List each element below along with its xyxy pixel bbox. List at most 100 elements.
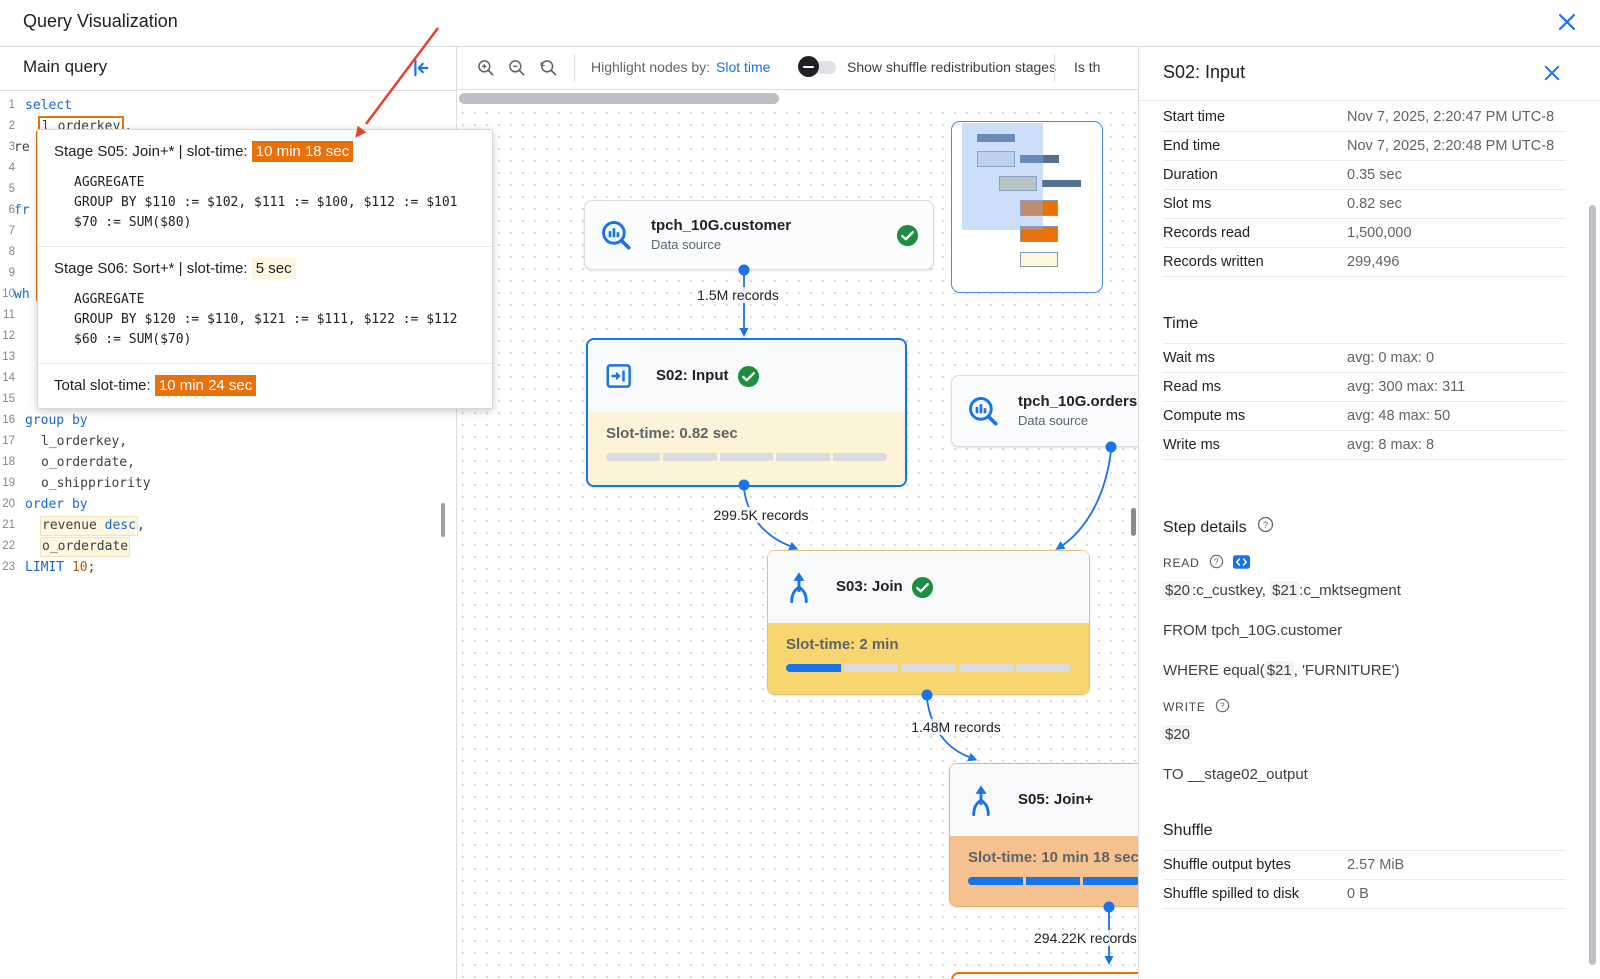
time-row: Compute msavg: 48 max: 50 bbox=[1163, 402, 1566, 431]
node-s03-join[interactable]: S03: Join Slot-time: 2 min bbox=[767, 550, 1090, 695]
to-line: TO __stage02_output bbox=[1163, 764, 1566, 786]
toolbar-divider bbox=[1054, 54, 1055, 82]
edge-label: 1.5M records bbox=[694, 287, 782, 303]
token: desc bbox=[105, 518, 136, 533]
minimap-node bbox=[1042, 180, 1081, 187]
highlight-nodes-value[interactable]: Slot time bbox=[716, 59, 770, 75]
line-number: 21 bbox=[0, 515, 15, 536]
slot-time-label: Slot-time: 10 min 18 sec bbox=[968, 849, 1139, 866]
token: o_orderdate bbox=[42, 539, 128, 554]
progress-segment bbox=[1083, 877, 1138, 885]
progress-segment bbox=[1016, 664, 1071, 672]
line-number: 15 bbox=[0, 389, 15, 410]
line-number: 5 bbox=[0, 179, 15, 200]
zoom-reset-icon[interactable] bbox=[538, 58, 558, 78]
line-number: 6 bbox=[0, 200, 15, 221]
node-title: S02: Input bbox=[656, 366, 729, 386]
shuffle-row-label: Shuffle output bytes bbox=[1163, 855, 1347, 875]
help-icon[interactable]: ? bbox=[1209, 554, 1224, 572]
node-tpch-customer[interactable]: tpch_10G.customer Data source bbox=[584, 200, 934, 270]
code-icon[interactable] bbox=[1233, 555, 1250, 572]
stat-row-label: Slot ms bbox=[1163, 194, 1347, 214]
node-next-stage[interactable] bbox=[951, 972, 1139, 979]
execution-graph-canvas[interactable]: Highlight nodes by: Slot time Show shuff… bbox=[456, 47, 1139, 979]
write-label: WRITE ? bbox=[1163, 698, 1566, 716]
stat-row-value: Nov 7, 2025, 2:20:47 PM UTC-8 bbox=[1347, 107, 1559, 127]
join-stage-icon bbox=[784, 570, 814, 604]
line-number: 17 bbox=[0, 431, 15, 452]
token: LIMIT bbox=[25, 560, 64, 575]
line-number: 13 bbox=[0, 347, 15, 368]
slot-time-label: Slot-time: 2 min bbox=[786, 636, 1071, 653]
minimap[interactable] bbox=[951, 121, 1103, 293]
line-number: 22 bbox=[0, 536, 15, 557]
code-text: o_orderdate bbox=[41, 536, 129, 557]
success-check-icon bbox=[911, 576, 934, 599]
code-line: 16group by bbox=[0, 410, 455, 431]
shuffle-stages-toggle[interactable] bbox=[798, 56, 840, 78]
where-line: WHERE equal($21, 'FURNITURE') bbox=[1163, 660, 1566, 682]
total-slot-time-chip: 10 min 24 sec bbox=[155, 375, 256, 396]
time-row-label: Write ms bbox=[1163, 435, 1347, 455]
from-line: FROM tpch_10G.customer bbox=[1163, 620, 1566, 642]
token: o_shippriority bbox=[41, 476, 151, 491]
code-line: 22 o_orderdate bbox=[0, 536, 455, 557]
code-text: o_orderdate, bbox=[41, 452, 135, 473]
code-line: 18 o_orderdate, bbox=[0, 452, 455, 473]
toggle-knob bbox=[798, 56, 819, 77]
svg-text:?: ? bbox=[1263, 520, 1268, 530]
line-number: 12 bbox=[0, 326, 15, 347]
time-row: Wait msavg: 0 max: 0 bbox=[1163, 344, 1566, 373]
minimap-viewport[interactable] bbox=[962, 123, 1043, 230]
token: order by bbox=[25, 497, 88, 512]
stat-row-value: 1,500,000 bbox=[1347, 223, 1559, 243]
dialog-header: Query Visualization bbox=[0, 0, 1600, 47]
step-text: :c_custkey, bbox=[1192, 582, 1270, 599]
progress-segment bbox=[959, 664, 1014, 672]
node-s02-input[interactable]: S02: Input Slot-time: 0.82 sec bbox=[586, 338, 907, 487]
code-text: re bbox=[14, 137, 30, 158]
stat-row-value: 299,496 bbox=[1347, 252, 1559, 272]
data-source-icon bbox=[599, 218, 633, 252]
collapse-panel-icon[interactable] bbox=[409, 57, 431, 79]
canvas-vscrollbar[interactable] bbox=[1131, 508, 1136, 536]
line-number: 11 bbox=[0, 305, 15, 326]
column-variable-chip: $21 bbox=[1265, 661, 1294, 680]
shuffle-row-label: Shuffle spilled to disk bbox=[1163, 884, 1347, 904]
line-number: 8 bbox=[0, 242, 15, 263]
node-title: tpch_10G.orders bbox=[1018, 392, 1139, 412]
line-number: 2 bbox=[0, 116, 15, 137]
panel-title: S02: Input bbox=[1163, 62, 1245, 83]
tooltip-stage-code: AGGREGATE GROUP BY $120 := $110, $121 :=… bbox=[74, 290, 476, 350]
line-number: 3 bbox=[0, 137, 15, 158]
editor-scrollbar[interactable] bbox=[441, 503, 445, 537]
step-details-title: Step details ? bbox=[1163, 516, 1566, 540]
node-tpch-orders[interactable]: tpch_10G.orders Data source bbox=[951, 375, 1139, 447]
time-row-label: Wait ms bbox=[1163, 348, 1347, 368]
code-text: fr bbox=[14, 200, 30, 221]
time-row-value: avg: 300 max: 311 bbox=[1347, 377, 1559, 397]
progress-segment bbox=[720, 453, 774, 461]
help-icon[interactable]: ? bbox=[1257, 516, 1274, 540]
token: , bbox=[137, 518, 145, 533]
stat-row-value: Nov 7, 2025, 2:20:48 PM UTC-8 bbox=[1347, 136, 1559, 156]
column-variable-chip: $20 bbox=[1163, 725, 1192, 744]
panel-scrollbar[interactable] bbox=[1589, 205, 1596, 965]
time-section-title: Time bbox=[1163, 313, 1566, 335]
code-text: l_orderkey, bbox=[41, 431, 127, 452]
stat-row: Records read1,500,000 bbox=[1163, 219, 1566, 248]
help-icon[interactable]: ? bbox=[1215, 698, 1230, 716]
shuffle-row: Shuffle output bytes2.57 MiB bbox=[1163, 851, 1566, 880]
node-s05-join-plus[interactable]: S05: Join+ Slot-time: 10 min 18 sec bbox=[949, 763, 1139, 907]
slot-progress-bar bbox=[786, 664, 1071, 672]
line-number: 16 bbox=[0, 410, 15, 431]
canvas-hscrollbar[interactable] bbox=[459, 93, 779, 104]
dialog-close-icon[interactable] bbox=[1558, 13, 1576, 31]
panel-close-icon[interactable] bbox=[1544, 65, 1560, 81]
line-number: 18 bbox=[0, 452, 15, 473]
zoom-out-icon[interactable] bbox=[507, 58, 527, 78]
zoom-in-icon[interactable] bbox=[476, 58, 496, 78]
line-number: 23 bbox=[0, 557, 15, 578]
highlight-nodes-label: Highlight nodes by: bbox=[591, 59, 710, 75]
toolbar-divider bbox=[574, 54, 575, 82]
